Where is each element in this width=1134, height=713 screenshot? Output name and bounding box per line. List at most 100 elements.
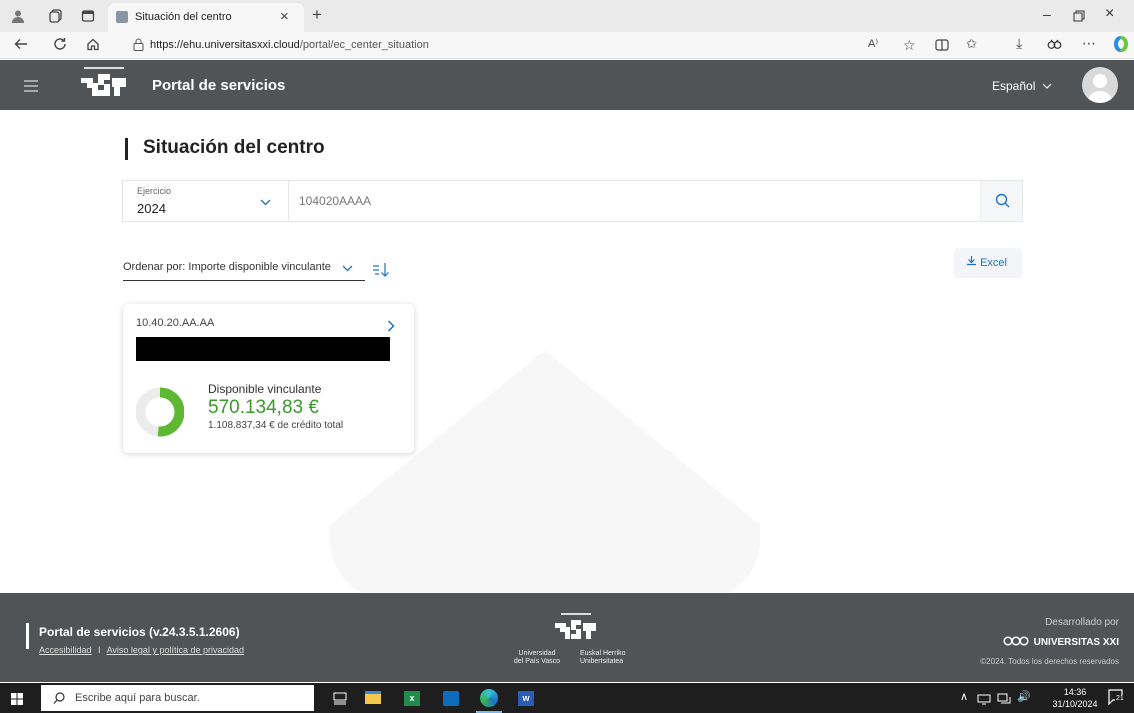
favorite-star-icon[interactable]: ☆ <box>903 37 916 54</box>
home-icon[interactable] <box>86 37 100 56</box>
taskbar-search-placeholder: Escribe aquí para buscar. <box>75 692 200 704</box>
edge-browser-icon[interactable] <box>480 689 498 707</box>
stat-label: Disponible vinculante <box>208 382 322 396</box>
chevron-down-icon <box>342 265 353 272</box>
split-screen-icon[interactable] <box>935 38 949 56</box>
accessibility-link[interactable]: Accesibilidad <box>39 645 92 655</box>
exercise-label: Ejercicio <box>137 186 172 196</box>
excel-app-icon[interactable]: x <box>404 691 420 706</box>
language-label: Español <box>992 79 1036 93</box>
app-header: Portal de servicios Español <box>0 60 1134 110</box>
windows-start-icon[interactable] <box>11 692 23 710</box>
excel-export-button[interactable]: Excel <box>954 248 1022 278</box>
excel-label: Excel <box>980 257 1007 269</box>
window-close-icon[interactable]: × <box>1105 5 1114 23</box>
uni-name-es: Universidad del País Vasco <box>505 650 569 666</box>
file-explorer-icon[interactable] <box>365 691 381 704</box>
brand-name: UNIVERSITAS XXI <box>1033 637 1119 648</box>
refresh-icon[interactable] <box>53 37 67 56</box>
footer-accent-bar <box>26 623 29 649</box>
notification-count: 21 <box>1115 695 1125 702</box>
stat-subtext: 1.108.837,34 € de crédito total <box>208 420 344 431</box>
url-field[interactable]: https://ehu.universitasxxi.cloud/portal/… <box>150 34 892 56</box>
notification-center-icon[interactable]: 21 <box>1108 689 1125 710</box>
url-host: https://ehu.universitasxxi.cloud <box>150 39 300 51</box>
footer-version: Portal de servicios (v.24.3.5.1.2606) <box>39 625 240 639</box>
more-menu-icon[interactable]: ⋯ <box>1082 35 1096 52</box>
exercise-select[interactable]: Ejercicio 2024 <box>123 181 289 221</box>
clock-time: 14:36 <box>1063 687 1087 697</box>
browser-address-bar: https://ehu.universitasxxi.cloud/portal/… <box>0 32 1134 59</box>
universitas-logo-icon <box>1003 636 1029 646</box>
sort-order-icon[interactable] <box>372 262 390 283</box>
taskbar-search[interactable]: Escribe aquí para buscar. <box>41 685 314 711</box>
chevron-down-icon <box>260 199 271 206</box>
browser-tab[interactable]: Situación del centro × <box>108 3 304 32</box>
copyright: ©2024. Todos los derechos reservados <box>980 657 1119 666</box>
profile-icon[interactable] <box>11 9 25 25</box>
avatar-icon <box>1087 74 1113 103</box>
center-card[interactable]: 10.40.20.AA.AA Disponible vinculante 570… <box>123 304 414 453</box>
tab-title: Situación del centro <box>135 11 232 23</box>
back-icon[interactable] <box>14 37 28 56</box>
search-icon <box>53 692 65 704</box>
clock-date: 31/10/2024 <box>1052 699 1098 709</box>
page-footer: Portal de servicios (v.24.3.5.1.2606) Ac… <box>0 593 1134 682</box>
url-path: /portal/ec_center_situation <box>299 39 429 51</box>
favorites-icon[interactable]: ✩ <box>966 36 977 52</box>
app-name: Portal de servicios <box>152 77 286 94</box>
sort-select[interactable]: Ordenar por: Importe disponible vinculan… <box>123 261 365 281</box>
new-tab-icon[interactable]: + <box>312 5 322 25</box>
windows-taskbar: Escribe aquí para buscar. x w ∧ 🔊 14:36 … <box>0 683 1134 713</box>
outlook-app-icon[interactable] <box>443 691 459 706</box>
tray-chevron-up-icon[interactable]: ∧ <box>960 690 968 703</box>
download-icon <box>967 256 976 266</box>
uni-es-line1: Universidad <box>518 650 556 657</box>
filter-bar: Ejercicio 2024 <box>122 180 1023 222</box>
restore-icon[interactable] <box>1073 9 1085 27</box>
sort-label: Ordenar por: Importe disponible vinculan… <box>123 261 331 273</box>
link-separator: I <box>98 645 101 655</box>
downloads-icon[interactable]: ⤓ <box>1016 35 1022 52</box>
donut-chart <box>136 387 184 437</box>
clock[interactable]: 14:36 31/10/2024 <box>1050 686 1100 710</box>
footer-links: Accesibilidad I Aviso legal y política d… <box>39 645 244 655</box>
lock-icon[interactable] <box>133 38 144 56</box>
legal-link[interactable]: Aviso legal y política de privacidad <box>107 645 244 655</box>
uni-es-line2: del País Vasco <box>513 658 561 665</box>
ehu-footer-logo-icon <box>553 613 599 650</box>
word-app-icon[interactable]: w <box>518 691 534 706</box>
developed-by: Desarrollado por <box>1045 617 1119 628</box>
search-button[interactable] <box>980 181 1022 221</box>
card-code: 10.40.20.AA.AA <box>136 317 215 329</box>
connection-icon[interactable] <box>997 692 1011 710</box>
ehu-logo-icon[interactable] <box>78 66 130 107</box>
universitas-brand: UNIVERSITAS XXI <box>1003 636 1119 648</box>
browser-tab-bar: Situación del centro × + – × <box>0 0 1134 32</box>
uni-eu-line1: Euskal Herriko <box>580 650 626 657</box>
uni-name-eu: Euskal Herriko Unibertsitatea <box>580 650 626 666</box>
favicon-icon <box>116 11 128 23</box>
page-title: Situación del centro <box>143 137 325 158</box>
user-avatar[interactable] <box>1082 67 1118 103</box>
uni-eu-line2: Unibertsitatea <box>580 658 624 665</box>
chevron-right-icon[interactable] <box>387 320 395 332</box>
exercise-value: 2024 <box>137 201 166 216</box>
network-icon[interactable] <box>977 692 991 710</box>
extensions-icon[interactable] <box>1047 37 1062 56</box>
stat-value: 570.134,83 € <box>208 397 319 418</box>
minimize-icon[interactable]: – <box>1043 6 1051 22</box>
tab-close-icon[interactable]: × <box>280 8 289 25</box>
hamburger-menu-icon[interactable] <box>24 79 38 97</box>
volume-icon[interactable]: 🔊 <box>1017 690 1031 703</box>
redacted-block <box>136 337 390 361</box>
read-aloud-icon[interactable]: A⁾ <box>868 37 878 50</box>
tab-actions-icon[interactable] <box>81 9 95 28</box>
search-input[interactable] <box>299 187 969 215</box>
search-icon <box>995 193 1010 208</box>
title-accent-bar <box>125 138 128 160</box>
task-view-icon[interactable] <box>333 691 347 710</box>
workspaces-icon[interactable] <box>49 9 63 28</box>
language-selector[interactable]: Español <box>992 79 1052 93</box>
copilot-icon[interactable] <box>1112 35 1130 58</box>
